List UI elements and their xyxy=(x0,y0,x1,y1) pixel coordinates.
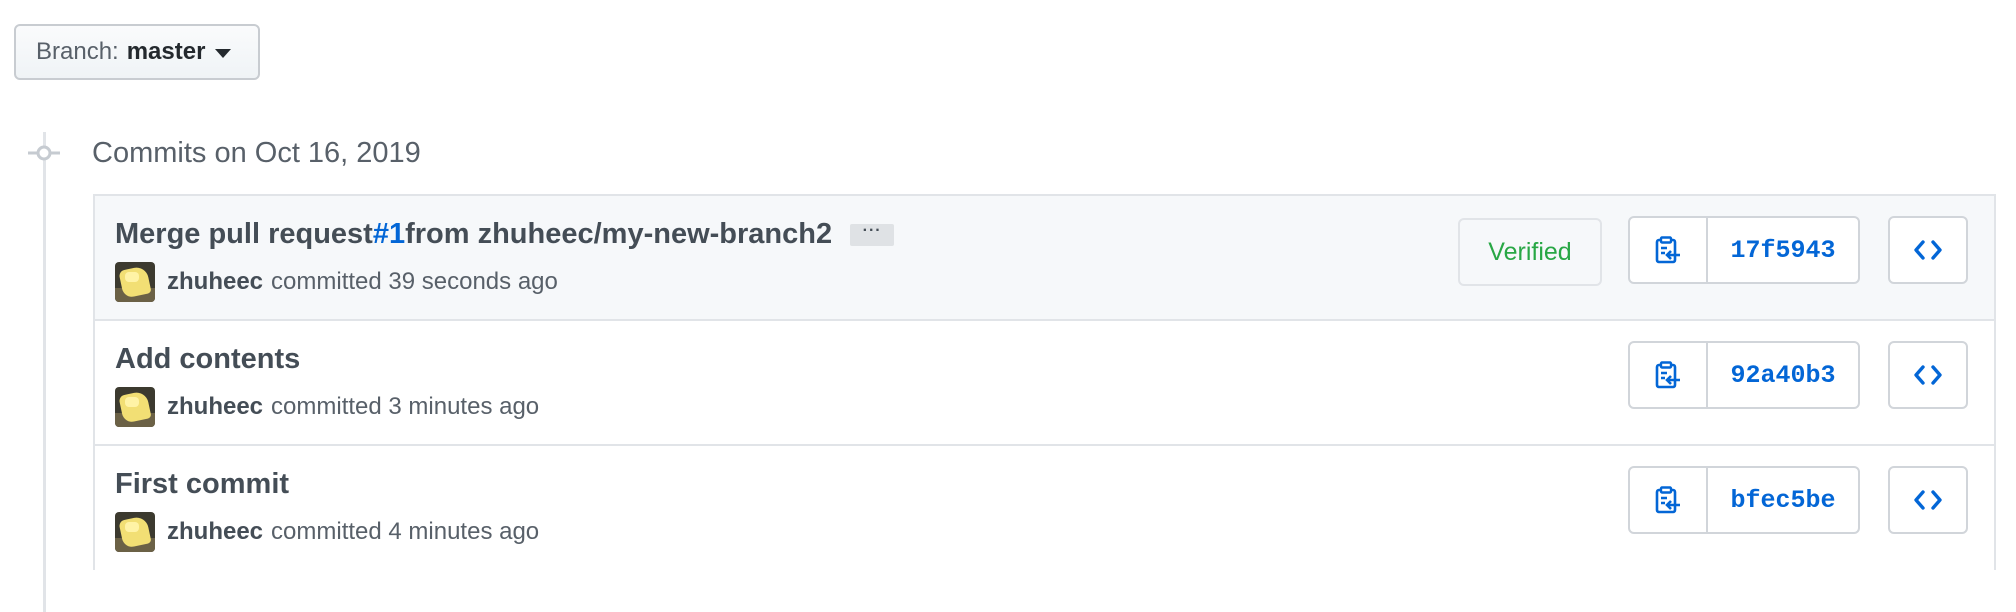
sha-button-group: 17f5943 xyxy=(1628,216,1860,284)
author-link[interactable]: zhuheec xyxy=(167,393,263,421)
code-icon xyxy=(1914,490,1942,510)
verified-badge[interactable]: Verified xyxy=(1458,218,1602,286)
commit-time: committed 3 minutes ago xyxy=(271,393,540,420)
commit-meta: zhuheec committed 3 minutes ago xyxy=(115,387,539,427)
commit-message[interactable]: Add contents xyxy=(115,343,300,376)
caret-down-icon xyxy=(215,48,232,58)
author-link[interactable]: zhuheec xyxy=(167,268,263,296)
code-icon xyxy=(1914,365,1942,385)
commit-meta: zhuheec committed 39 seconds ago xyxy=(115,262,558,302)
browse-repo-button[interactable] xyxy=(1888,216,1968,284)
commit-sha-link[interactable]: bfec5be xyxy=(1708,468,1858,532)
commit-sha-link[interactable]: 17f5943 xyxy=(1708,218,1858,282)
issue-link[interactable]: #1 xyxy=(373,218,405,251)
commit-row: Merge pull request #1 from zhuheec/my-ne… xyxy=(95,196,1994,321)
git-commit-icon xyxy=(28,141,60,165)
commit-group-title: Commits on Oct 16, 2019 xyxy=(92,137,421,169)
commit-time: committed 4 minutes ago xyxy=(271,518,540,545)
branch-value: master xyxy=(126,38,206,65)
code-icon xyxy=(1914,240,1942,260)
branch-select-button[interactable]: Branch: master xyxy=(14,24,260,80)
sha-button-group: 92a40b3 xyxy=(1628,341,1860,409)
commit-message-text[interactable]: Add contents xyxy=(115,343,300,376)
commit-message[interactable]: Merge pull request #1 from zhuheec/my-ne… xyxy=(115,218,895,251)
avatar[interactable] xyxy=(115,262,155,302)
commits-page: Branch: master Commits on Oct 16, 2019 M… xyxy=(0,0,2016,612)
copy-sha-button[interactable] xyxy=(1630,468,1708,532)
commit-sha-link[interactable]: 92a40b3 xyxy=(1708,343,1858,407)
author-link[interactable]: zhuheec xyxy=(167,518,263,546)
browse-repo-button[interactable] xyxy=(1888,466,1968,534)
timeline-line xyxy=(43,132,46,612)
commit-row: First commit zhuheec committed 4 minutes… xyxy=(95,446,1994,571)
commit-meta: zhuheec committed 4 minutes ago xyxy=(115,512,539,552)
commit-time: committed 39 seconds ago xyxy=(271,268,558,295)
copy-sha-button[interactable] xyxy=(1630,218,1708,282)
commit-message-text[interactable]: from zhuheec/my-new-branch2 xyxy=(405,218,832,251)
browse-repo-button[interactable] xyxy=(1888,341,1968,409)
clippy-icon xyxy=(1655,361,1680,389)
branch-label: Branch: xyxy=(36,38,119,65)
commit-row: Add contents zhuheec committed 3 minutes… xyxy=(95,321,1994,446)
commit-message-text[interactable]: Merge pull request xyxy=(115,218,373,251)
commit-message[interactable]: First commit xyxy=(115,468,289,501)
sha-button-group: bfec5be xyxy=(1628,466,1860,534)
avatar[interactable] xyxy=(115,387,155,427)
commit-message-text[interactable]: First commit xyxy=(115,468,289,501)
expand-message-button[interactable]: ··· xyxy=(850,222,895,246)
clippy-icon xyxy=(1655,486,1680,514)
avatar[interactable] xyxy=(115,512,155,552)
copy-sha-button[interactable] xyxy=(1630,343,1708,407)
commit-list: Merge pull request #1 from zhuheec/my-ne… xyxy=(93,194,1996,571)
clippy-icon xyxy=(1655,236,1680,264)
